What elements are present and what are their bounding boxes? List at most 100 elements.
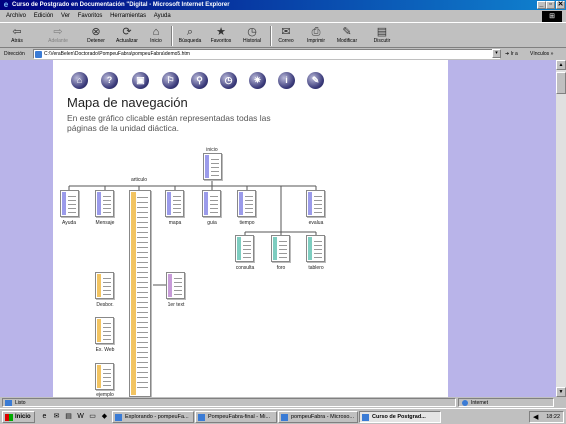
history-button[interactable]: ◷ Historial bbox=[240, 26, 264, 48]
back-button[interactable]: ⇦ Atrás bbox=[6, 26, 28, 48]
node-evalua[interactable] bbox=[306, 190, 325, 217]
node-label-exweb: Ex. Web bbox=[95, 347, 115, 353]
node-articulo[interactable] bbox=[129, 190, 151, 397]
start-label: Inicio bbox=[15, 414, 31, 420]
address-dropdown-button[interactable]: ▾ bbox=[492, 49, 501, 58]
node-tiempo[interactable] bbox=[237, 190, 256, 217]
quicklaunch-word-icon[interactable]: W bbox=[76, 412, 85, 421]
toolbar: ⇦ Atrás ⇨ Adelante ⊗ Detener ⟳ Actualiza… bbox=[0, 22, 566, 48]
printer-icon: ⎙ bbox=[311, 26, 321, 38]
status-bar: Listo Internet bbox=[0, 397, 566, 408]
mail-button[interactable]: ✉ Correo bbox=[275, 26, 297, 48]
address-url: C:\VeraBelen\Doctorado\PompeuFabra\pompe… bbox=[44, 51, 190, 57]
speaker-icon[interactable]: ◀ bbox=[533, 413, 538, 423]
scroll-down-button[interactable]: ▼ bbox=[556, 387, 566, 397]
windows-flag-icon bbox=[5, 414, 13, 421]
menu-favoritos[interactable]: Favoritos bbox=[78, 10, 103, 22]
ie-page-icon bbox=[362, 414, 369, 421]
node-mensaje[interactable] bbox=[95, 190, 114, 217]
node-tablero[interactable] bbox=[306, 235, 325, 262]
node-label-guia: guia bbox=[207, 220, 217, 226]
menu-ver[interactable]: Ver bbox=[61, 10, 70, 22]
task-pompeufabra[interactable]: pompeuFabra - Microso... bbox=[278, 411, 358, 423]
go-button[interactable]: ➜ Ir a bbox=[505, 48, 518, 60]
node-guia[interactable] bbox=[202, 190, 221, 217]
ie-logo-icon[interactable]: e bbox=[2, 1, 10, 9]
node-label-tiempo: tiempo bbox=[239, 220, 255, 226]
stop-button[interactable]: ⊗ Detener bbox=[84, 26, 108, 48]
node-ayuda[interactable] bbox=[60, 190, 79, 217]
favorites-folder-icon: ★ bbox=[216, 26, 226, 38]
system-tray: ◀ 18:22 bbox=[529, 411, 564, 423]
task-explorando[interactable]: Explorando - pompeuFa... bbox=[112, 411, 194, 423]
edit-document-icon: ✎ bbox=[342, 26, 352, 38]
node-label-mapa: mapa bbox=[168, 220, 182, 226]
maximize-button[interactable]: ▫ bbox=[546, 1, 555, 9]
edit-button[interactable]: ✎ Modificar bbox=[333, 26, 361, 48]
address-input[interactable]: C:\VeraBelen\Doctorado\PompeuFabra\pompe… bbox=[33, 49, 500, 59]
clock[interactable]: 18:22 bbox=[546, 414, 560, 420]
vertical-scrollbar[interactable]: ▲ ▼ bbox=[556, 60, 566, 397]
node-label-articulo: articulo bbox=[130, 177, 148, 183]
node-desbor[interactable] bbox=[95, 272, 114, 299]
node-label-tablero: tablero bbox=[308, 265, 324, 271]
folder-icon bbox=[115, 414, 122, 421]
node-label-mensaje: Mensaje bbox=[95, 220, 115, 226]
node-label-1er-text: 1er text bbox=[167, 302, 185, 308]
node-mapa[interactable] bbox=[165, 190, 184, 217]
quicklaunch-app-icon[interactable]: ◆ bbox=[100, 412, 109, 421]
menu-edicion[interactable]: Edición bbox=[34, 10, 54, 22]
links-button[interactable]: Vínculos » bbox=[530, 48, 553, 60]
menu-bar: Archivo Edición Ver Favoritos Herramient… bbox=[0, 10, 566, 22]
web-page: ⌂ ? ▣ ⚐ ⚲ ◷ ✷ i ✎ Mapa de navegación En … bbox=[53, 60, 448, 397]
forward-button[interactable]: ⇨ Adelante bbox=[44, 26, 72, 48]
node-consulta[interactable] bbox=[235, 235, 254, 262]
taskbar: Inicio e ✉ ▤ W ▭ ◆ Explorando - pompeuFa… bbox=[0, 408, 566, 424]
print-button[interactable]: ⎙ Imprimir bbox=[305, 26, 327, 48]
status-text: Listo bbox=[15, 400, 26, 406]
refresh-button[interactable]: ⟳ Actualizar bbox=[113, 26, 141, 48]
quicklaunch-explorer-icon[interactable]: ▤ bbox=[64, 412, 73, 421]
node-label-consulta: consulta bbox=[235, 265, 255, 271]
task-curso-postgrado[interactable]: Curso de Postgrad... bbox=[359, 411, 441, 423]
address-label: Dirección bbox=[4, 51, 25, 57]
windows-logo-icon: ⊞ bbox=[542, 11, 562, 22]
home-icon: ⌂ bbox=[152, 26, 160, 38]
internet-globe-icon bbox=[462, 400, 468, 406]
node-label-evalua: evalua bbox=[308, 220, 324, 226]
node-foro[interactable] bbox=[271, 235, 290, 262]
close-button[interactable]: ✕ bbox=[556, 1, 565, 9]
home-button[interactable]: ⌂ Inicio bbox=[147, 26, 165, 48]
scroll-thumb[interactable] bbox=[556, 72, 566, 94]
status-text-panel: Listo bbox=[2, 398, 456, 407]
discuss-button[interactable]: ▤ Discutir bbox=[371, 26, 393, 48]
scroll-up-button[interactable]: ▲ bbox=[556, 60, 566, 70]
favorites-button[interactable]: ★ Favoritos bbox=[208, 26, 234, 48]
node-1er-text[interactable] bbox=[166, 272, 185, 299]
node-exweb[interactable] bbox=[95, 317, 114, 344]
word-doc-icon bbox=[281, 414, 288, 421]
search-icon: ⌕ bbox=[186, 26, 194, 38]
search-button[interactable]: ⌕ Búsqueda bbox=[176, 26, 204, 48]
stop-icon: ⊗ bbox=[91, 26, 101, 38]
menu-herramientas[interactable]: Herramientas bbox=[110, 10, 146, 22]
quicklaunch-desktop-icon[interactable]: ▭ bbox=[88, 412, 97, 421]
node-label-inicio: inicio bbox=[206, 147, 218, 153]
quicklaunch-outlook-icon[interactable]: ✉ bbox=[52, 412, 61, 421]
menu-ayuda[interactable]: Ayuda bbox=[154, 10, 171, 22]
address-bar: Dirección C:\VeraBelen\Doctorado\PompeuF… bbox=[0, 48, 566, 60]
zone-panel: Internet bbox=[458, 398, 554, 407]
task-pompeufabra-final[interactable]: PompeuFabra-final - Mi... bbox=[195, 411, 277, 423]
node-label-desbor: Desbor. bbox=[96, 302, 114, 308]
quicklaunch-ie-icon[interactable]: e bbox=[40, 412, 49, 421]
node-ejemplo[interactable] bbox=[95, 363, 114, 390]
window-title: Curso de Postgrado en Documentación "Dig… bbox=[12, 2, 230, 8]
start-button[interactable]: Inicio bbox=[2, 411, 35, 423]
menu-archivo[interactable]: Archivo bbox=[6, 10, 26, 22]
forward-arrow-icon: ⇨ bbox=[53, 26, 63, 38]
discuss-icon: ▤ bbox=[376, 26, 388, 38]
node-inicio[interactable] bbox=[203, 153, 222, 180]
back-arrow-icon: ⇦ bbox=[12, 26, 22, 38]
minimize-button[interactable]: _ bbox=[537, 1, 546, 9]
zone-label: Internet bbox=[471, 400, 488, 406]
